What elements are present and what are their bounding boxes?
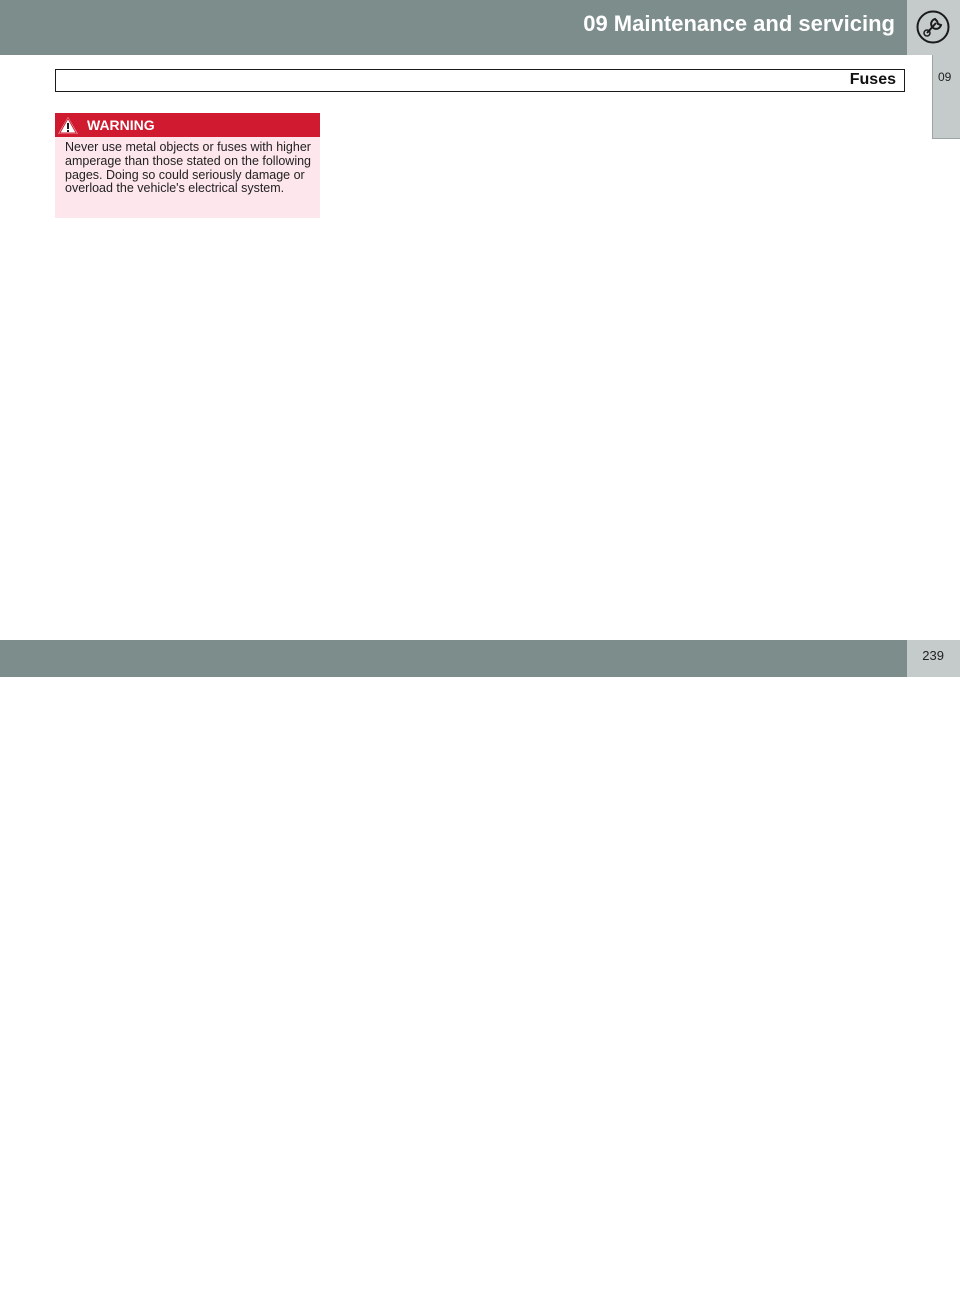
section-title: Fuses xyxy=(849,71,896,88)
wrench-gear-icon xyxy=(916,10,950,44)
warning-triangle-icon xyxy=(56,114,80,136)
warning-header: WARNING xyxy=(55,113,320,137)
footer-bar: carmanualsonline.info xyxy=(0,640,960,1312)
chapter-icon-box xyxy=(907,0,960,55)
warning-box: WARNING Never use metal objects or fuses… xyxy=(55,113,320,218)
chapter-side-tab: 09 xyxy=(932,55,960,139)
warning-title: WARNING xyxy=(87,117,155,133)
watermark: carmanualsonline.info xyxy=(676,1282,950,1312)
header-bar: 09 Maintenance and servicing xyxy=(0,0,960,55)
chapter-title: 09 Maintenance and servicing xyxy=(583,11,895,36)
chapter-side-tab-label: 09 xyxy=(938,70,952,84)
warning-text: Never use metal objects or fuses with hi… xyxy=(65,140,312,196)
page-number-box: 239 xyxy=(907,640,960,677)
page-number: 239 xyxy=(922,648,944,663)
section-title-box: Fuses xyxy=(55,69,905,92)
